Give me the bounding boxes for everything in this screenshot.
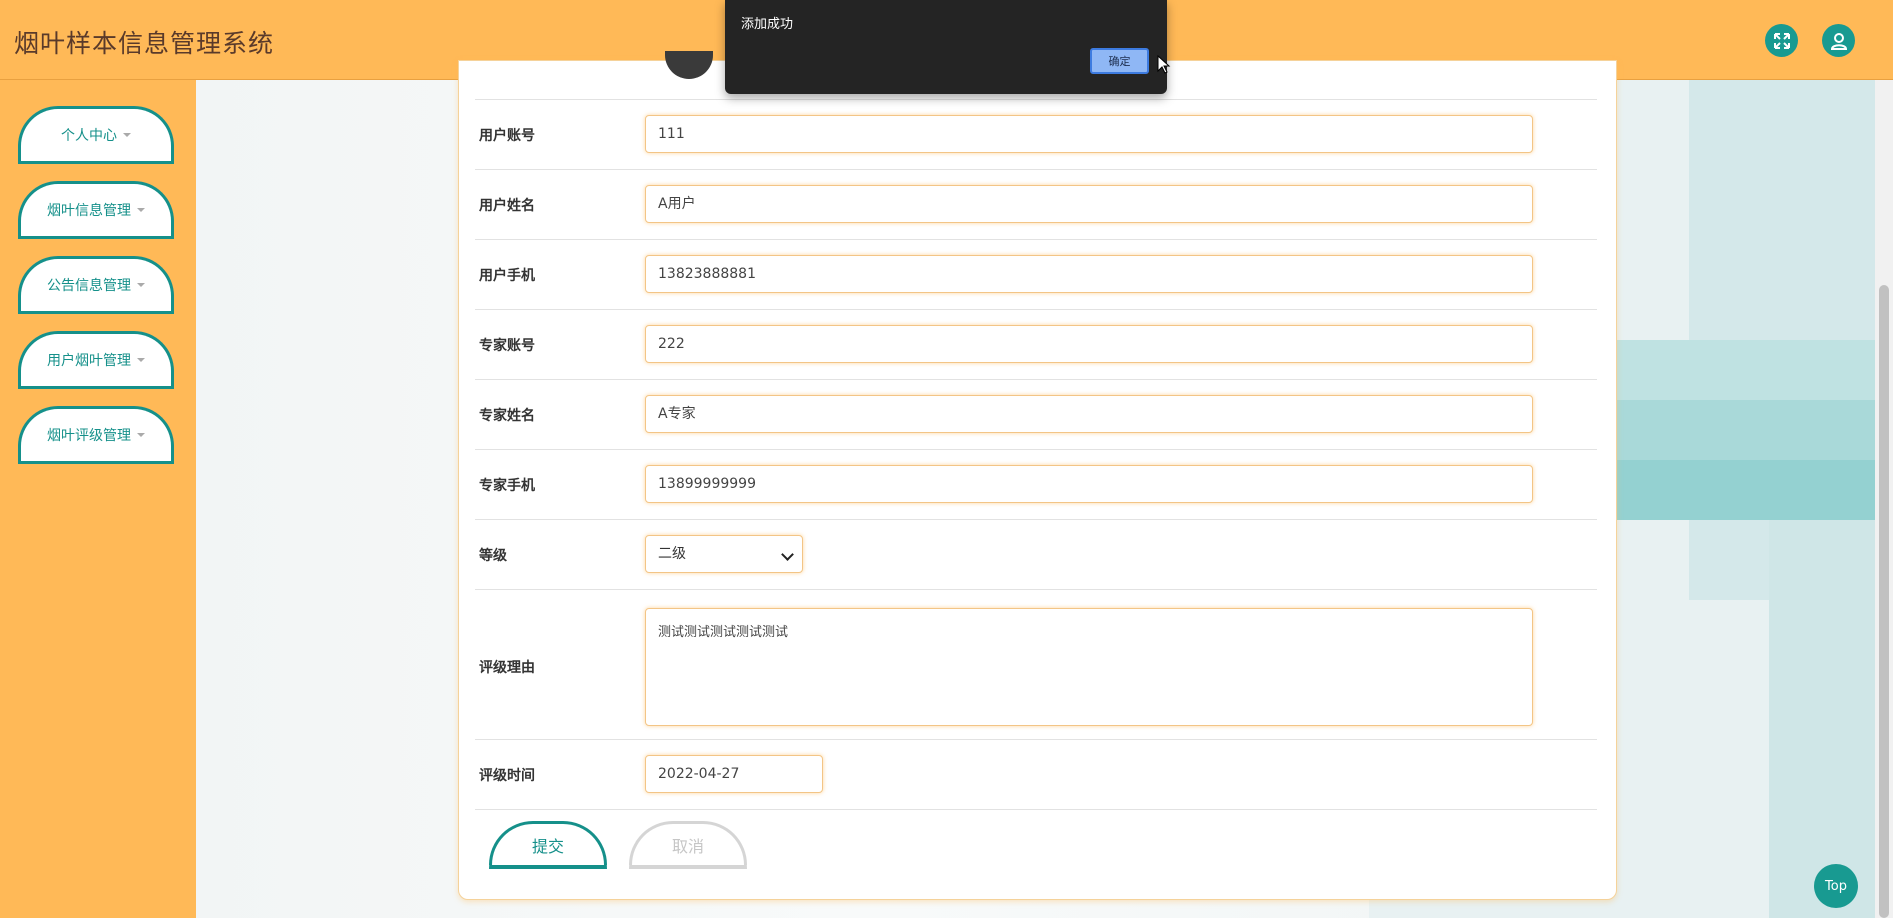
grade-select[interactable]: 二级 xyxy=(645,535,803,573)
expert-account-input[interactable]: 222 xyxy=(645,325,1533,363)
form-row-grade: 等级 二级 xyxy=(475,519,1597,590)
expert-phone-label: 专家手机 xyxy=(479,478,535,494)
sidebar-item-label: 烟叶信息管理 xyxy=(47,203,131,219)
submit-button[interactable]: 提交 xyxy=(489,821,607,865)
form-row-user-account: 用户账号 111 xyxy=(475,99,1597,170)
mouse-cursor-icon xyxy=(1157,55,1171,74)
sidebar: 个人中心 烟叶信息管理 公告信息管理 用户烟叶管理 烟叶评级管理 xyxy=(0,80,196,918)
user-account-label: 用户账号 xyxy=(479,128,535,144)
sidebar-item-announcement[interactable]: 公告信息管理 xyxy=(18,256,174,311)
user-phone-label: 用户手机 xyxy=(479,268,535,284)
form-row-expert-account: 专家账号 222 xyxy=(475,309,1597,380)
person-icon xyxy=(1830,32,1847,50)
scrollbar[interactable] xyxy=(1875,80,1893,918)
expert-name-input[interactable]: A专家 xyxy=(645,395,1533,433)
ok-button[interactable]: 确定 xyxy=(1090,48,1149,74)
expert-name-label: 专家姓名 xyxy=(479,408,535,424)
fullscreen-icon[interactable] xyxy=(1765,24,1798,57)
chevron-down-icon xyxy=(781,548,794,561)
form-row-user-name: 用户姓名 A用户 xyxy=(475,169,1597,240)
cancel-button[interactable]: 取消 xyxy=(629,821,747,865)
form-row-reason: 评级理由 测试测试测试测试测试 xyxy=(475,589,1597,740)
form-row-user-phone: 用户手机 13823888881 xyxy=(475,239,1597,310)
caret-down-icon xyxy=(123,133,131,137)
sidebar-item-label: 公告信息管理 xyxy=(47,278,131,294)
dialog-message: 添加成功 xyxy=(741,17,794,32)
rating-time-input[interactable]: 2022-04-27 xyxy=(645,755,823,793)
caret-down-icon xyxy=(137,358,145,362)
app-title: 烟叶样本信息管理系统 xyxy=(14,29,275,58)
caret-down-icon xyxy=(137,208,145,212)
rating-time-label: 评级时间 xyxy=(479,768,535,784)
sidebar-item-label: 用户烟叶管理 xyxy=(47,353,131,369)
sidebar-item-tobacco-rating[interactable]: 烟叶评级管理 xyxy=(18,406,174,461)
alert-dialog: 添加成功 确定 xyxy=(725,0,1167,94)
avatar xyxy=(665,51,713,79)
expand-arrows-icon xyxy=(1773,32,1790,49)
sidebar-item-tobacco-info[interactable]: 烟叶信息管理 xyxy=(18,181,174,236)
user-phone-input[interactable]: 13823888881 xyxy=(645,255,1533,293)
grade-label: 等级 xyxy=(479,548,507,564)
reason-textarea[interactable]: 测试测试测试测试测试 xyxy=(645,608,1533,726)
sidebar-item-personal-center[interactable]: 个人中心 xyxy=(18,106,174,161)
grade-selected-value: 二级 xyxy=(658,546,686,562)
sidebar-item-label: 个人中心 xyxy=(61,128,117,144)
scrollbar-thumb[interactable] xyxy=(1879,285,1889,918)
form-row-expert-phone: 专家手机 13899999999 xyxy=(475,449,1597,520)
sidebar-item-label: 烟叶评级管理 xyxy=(47,428,131,444)
back-to-top-button[interactable]: Top xyxy=(1814,864,1858,908)
user-icon[interactable] xyxy=(1822,24,1855,57)
reason-label: 评级理由 xyxy=(479,660,535,676)
form-card: 用户账号 111 用户姓名 A用户 用户手机 13823888881 专家账号 … xyxy=(458,51,1617,900)
user-name-input[interactable]: A用户 xyxy=(645,185,1533,223)
user-account-input[interactable]: 111 xyxy=(645,115,1533,153)
sidebar-item-user-tobacco[interactable]: 用户烟叶管理 xyxy=(18,331,174,386)
user-name-label: 用户姓名 xyxy=(479,198,535,214)
expert-phone-input[interactable]: 13899999999 xyxy=(645,465,1533,503)
caret-down-icon xyxy=(137,433,145,437)
form-row-expert-name: 专家姓名 A专家 xyxy=(475,379,1597,450)
caret-down-icon xyxy=(137,283,145,287)
expert-account-label: 专家账号 xyxy=(479,338,535,354)
form-row-rating-time: 评级时间 2022-04-27 xyxy=(475,739,1597,810)
